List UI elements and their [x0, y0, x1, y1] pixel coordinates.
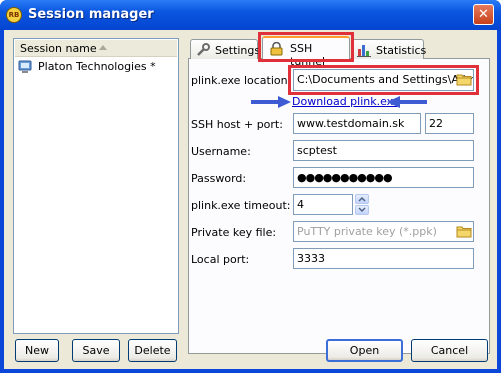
- download-plink-link[interactable]: Download plink.exe: [292, 95, 400, 108]
- highlight-box-tab: [258, 32, 354, 62]
- bar-chart-icon: [357, 45, 371, 57]
- spin-up-button[interactable]: [355, 194, 369, 204]
- session-label: Platon Technologies *: [38, 60, 156, 73]
- tab-statistics[interactable]: Statistics: [352, 39, 427, 59]
- sort-ascending-icon: [99, 45, 107, 50]
- ssh-host-input[interactable]: www.testdomain.sk: [293, 113, 421, 134]
- delete-button[interactable]: Delete: [128, 339, 177, 362]
- password-label: Password:: [191, 172, 247, 185]
- save-button[interactable]: Save: [72, 339, 120, 362]
- private-key-label: Private key file:: [191, 226, 277, 239]
- open-button[interactable]: Open: [326, 339, 403, 362]
- list-item[interactable]: Platon Technologies *: [16, 58, 178, 76]
- tab-settings-label: Settings: [215, 44, 261, 57]
- arrow-right-icon: [251, 96, 291, 108]
- plink-timeout-label: plink.exe timeout:: [191, 199, 291, 212]
- username-label: Username:: [191, 145, 251, 158]
- title-bar[interactable]: RB Session manager ✕: [0, 0, 501, 30]
- private-key-input[interactable]: PuTTY private key (*.ppk): [293, 221, 474, 242]
- app-icon: RB: [6, 7, 22, 23]
- tab-settings[interactable]: Settings: [190, 39, 261, 59]
- session-manager-window: RB Session manager ✕ Session name Platon…: [0, 0, 501, 373]
- tab-statistics-label: Statistics: [376, 44, 427, 57]
- column-header-session-name: Session name: [20, 42, 97, 55]
- folder-browse-icon[interactable]: [456, 225, 472, 238]
- close-button[interactable]: ✕: [473, 4, 494, 25]
- chevron-down-icon: [358, 207, 366, 213]
- highlight-box-plink: [288, 65, 479, 95]
- plink-location-label: plink.exe location:: [191, 74, 292, 87]
- ssh-host-port-label: SSH host + port:: [191, 118, 283, 131]
- arrow-left-icon: [387, 96, 427, 108]
- password-input[interactable]: ●●●●●●●●●●●: [293, 167, 474, 188]
- session-list-header[interactable]: Session name: [15, 40, 177, 57]
- timeout-spinner[interactable]: [355, 194, 369, 215]
- cancel-button[interactable]: Cancel: [411, 339, 488, 362]
- timeout-input[interactable]: 4: [293, 194, 353, 215]
- chevron-up-icon: [358, 196, 366, 202]
- close-icon: ✕: [478, 7, 489, 22]
- session-list[interactable]: Session name Platon Technologies *: [13, 38, 179, 334]
- local-port-label: Local port:: [191, 253, 250, 266]
- wrench-icon: [197, 43, 210, 56]
- spin-down-button[interactable]: [355, 205, 369, 215]
- window-title: Session manager: [28, 7, 154, 22]
- session-icon: [18, 60, 32, 73]
- local-port-input[interactable]: 3333: [293, 248, 474, 269]
- ssh-port-input[interactable]: 22: [425, 113, 474, 134]
- username-input[interactable]: scptest: [293, 140, 474, 161]
- new-button[interactable]: New: [15, 339, 59, 362]
